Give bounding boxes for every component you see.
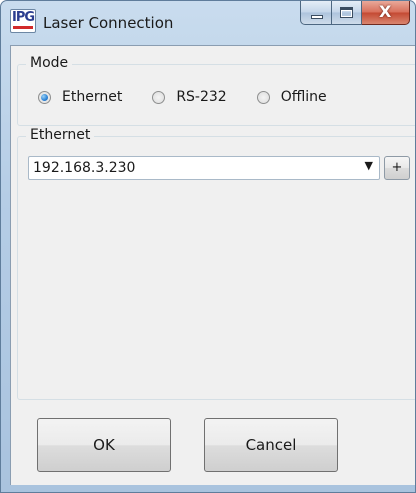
radio-offline[interactable]: Offline	[256, 89, 327, 105]
close-icon: X	[379, 2, 392, 21]
laser-connection-window: IPG Laser Connection X Mode Ethernet RS-…	[0, 0, 416, 493]
radio-unchecked-icon[interactable]	[256, 90, 270, 104]
dropdown-arrow-icon[interactable]: ▼	[365, 159, 373, 172]
radio-unchecked-icon[interactable]	[152, 90, 166, 104]
title-bar[interactable]: IPG Laser Connection X	[1, 1, 415, 45]
ip-address-combobox[interactable]: 192.168.3.230 ▼	[28, 156, 380, 180]
mode-legend: Mode	[26, 55, 73, 71]
radio-ethernet[interactable]: Ethernet	[38, 89, 122, 105]
dialog-client-area: Mode Ethernet RS-232 Offline Ethernet 19…	[10, 45, 415, 485]
maximize-button[interactable]	[332, 1, 362, 25]
radio-offline-label[interactable]: Offline	[281, 89, 327, 105]
mode-radio-group: Ethernet RS-232 Offline	[38, 89, 357, 105]
ipg-logo-icon: IPG	[10, 9, 36, 33]
close-button[interactable]: X	[362, 1, 410, 25]
logo-bar	[13, 26, 33, 29]
ip-address-value: 192.168.3.230	[33, 160, 136, 176]
maximize-icon	[340, 7, 353, 18]
logo-text: IPG	[12, 10, 35, 25]
cancel-button[interactable]: Cancel	[204, 418, 338, 472]
window-title: Laser Connection	[43, 14, 174, 32]
window-controls: X	[300, 1, 410, 25]
radio-ethernet-label[interactable]: Ethernet	[62, 89, 122, 105]
ok-button[interactable]: OK	[37, 418, 171, 472]
radio-rs232[interactable]: RS-232	[152, 89, 227, 105]
mode-groupbox: Mode Ethernet RS-232 Offline	[17, 55, 415, 126]
ethernet-legend: Ethernet	[26, 127, 95, 143]
minimize-icon	[311, 15, 323, 19]
add-address-button[interactable]: +	[384, 156, 410, 180]
radio-rs232-label[interactable]: RS-232	[176, 89, 226, 105]
radio-checked-icon[interactable]	[38, 90, 51, 104]
minimize-button[interactable]	[300, 1, 332, 25]
